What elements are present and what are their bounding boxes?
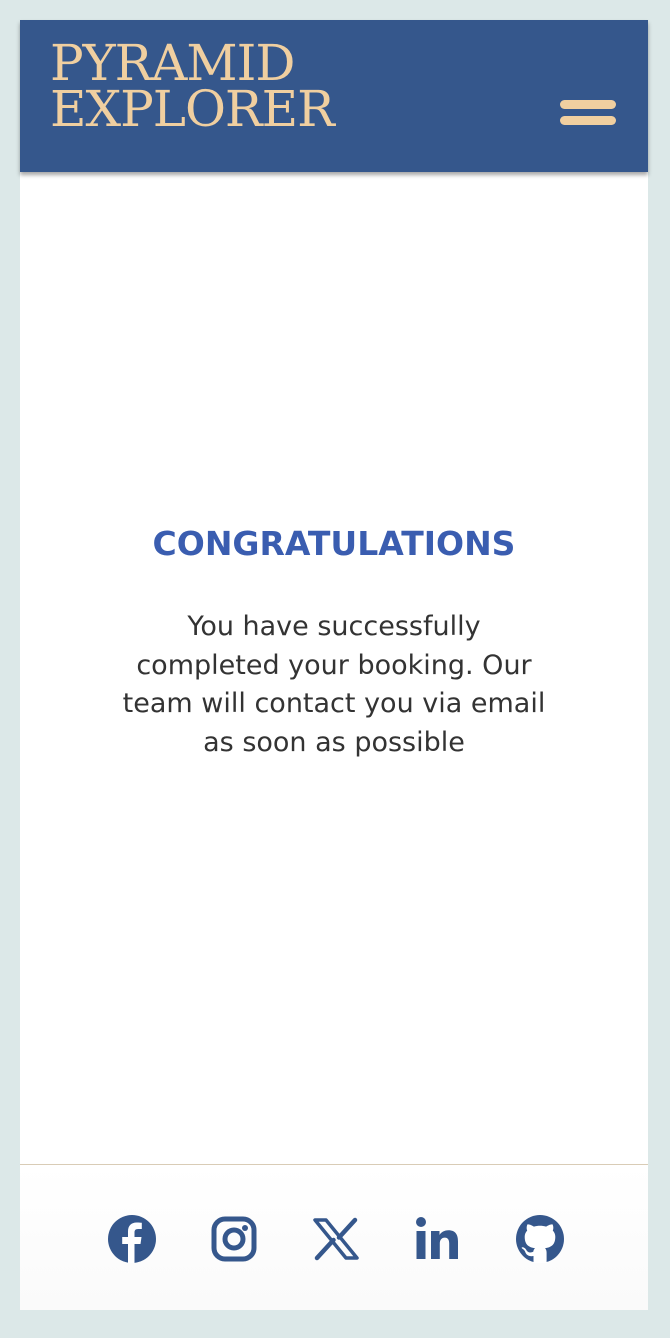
page-title: CONGRATULATIONS (152, 524, 516, 563)
site-header: PYRAMID EXPLORER (20, 20, 648, 172)
hamburger-bar-bottom (560, 116, 616, 125)
instagram-icon (211, 1216, 257, 1262)
linkedin-icon (416, 1217, 458, 1259)
x-link[interactable] (310, 1213, 362, 1265)
instagram-link[interactable] (208, 1213, 260, 1265)
logo-line-2: EXPLORER (50, 80, 335, 138)
hamburger-bar-top (560, 100, 616, 109)
site-footer (20, 1165, 648, 1310)
confirmation-message: You have successfully completed your boo… (122, 611, 546, 758)
facebook-link[interactable] (106, 1213, 158, 1265)
page-frame: PYRAMID EXPLORER CONGRATULATIONS You hav… (20, 20, 648, 1310)
confirmation-section: CONGRATULATIONS You have successfully co… (20, 172, 648, 1164)
hamburger-menu-icon[interactable] (560, 100, 616, 128)
linkedin-link[interactable] (412, 1213, 464, 1265)
x-icon (313, 1217, 359, 1261)
site-logo[interactable]: PYRAMID EXPLORER (50, 38, 335, 138)
github-icon (516, 1215, 564, 1263)
facebook-icon (108, 1215, 156, 1263)
github-link[interactable] (514, 1213, 566, 1265)
